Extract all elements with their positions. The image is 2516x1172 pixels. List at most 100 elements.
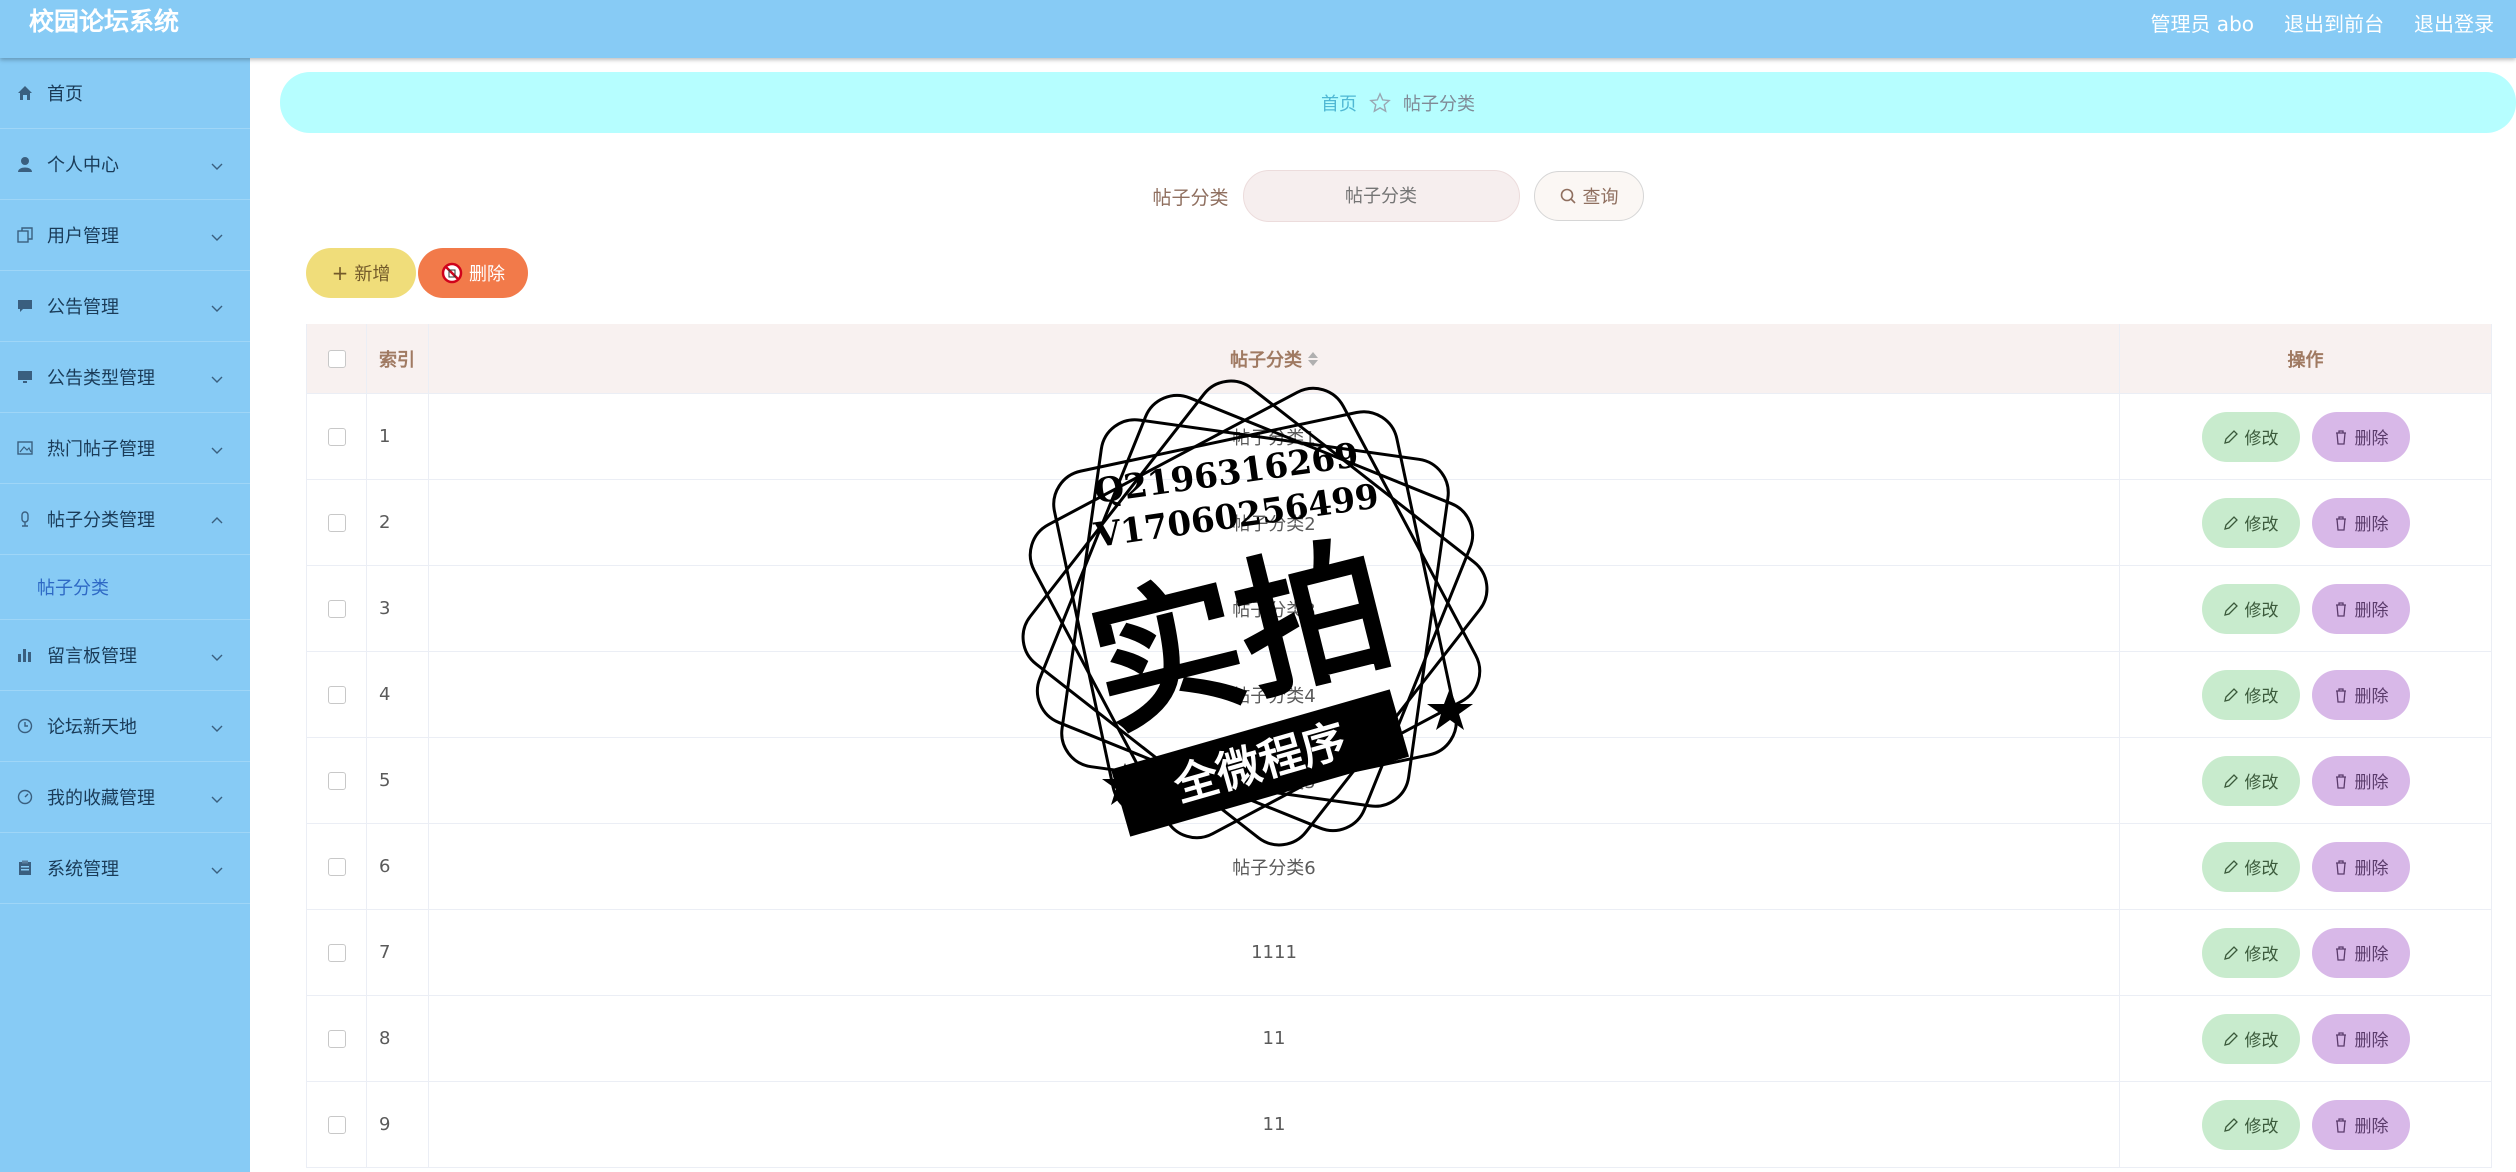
trash-icon xyxy=(2333,1117,2355,1133)
exit-to-front-link[interactable]: 退出到前台 xyxy=(2284,8,2384,37)
breadcrumb-current: 帖子分类 xyxy=(1403,93,1475,115)
edit-button-label: 修改 xyxy=(2244,601,2279,621)
row-checkbox[interactable] xyxy=(327,685,346,704)
sidebar-item-forum-new-world[interactable]: 论坛新天地 xyxy=(0,691,250,762)
delete-button[interactable]: 删除 xyxy=(2311,927,2410,978)
sidebar-item-label: 首页 xyxy=(47,84,83,105)
sidebar-item-announcement-management[interactable]: 公告管理 xyxy=(0,271,250,342)
sort-icon[interactable] xyxy=(1308,351,1318,366)
sidebar-item-message-board-management[interactable]: 留言板管理 xyxy=(0,620,250,691)
sidebar-item-label: 我的收藏管理 xyxy=(47,788,155,809)
table-row: 2 帖子分类2 修改 删除 xyxy=(307,480,2491,566)
sidebar-item-label: 热门帖子管理 xyxy=(47,439,155,460)
chevron-down-icon xyxy=(210,228,224,242)
search-button[interactable]: 查询 xyxy=(1533,171,1644,221)
row-checkbox[interactable] xyxy=(327,427,346,446)
sidebar-item-user-management[interactable]: 用户管理 xyxy=(0,200,250,271)
edit-icon xyxy=(2223,601,2245,617)
trash-icon xyxy=(2333,687,2355,703)
sidebar-item-announcement-type-management[interactable]: 公告类型管理 xyxy=(0,342,250,413)
edit-button[interactable]: 修改 xyxy=(2201,669,2300,720)
edit-button-label: 修改 xyxy=(2244,515,2279,535)
search-label: 帖子分类 xyxy=(1152,186,1229,209)
row-checkbox-cell xyxy=(307,996,367,1081)
delete-button-label: 删除 xyxy=(2354,515,2389,535)
row-index: 7 xyxy=(367,910,429,995)
delete-button-label: 删除 xyxy=(2354,1031,2389,1051)
sidebar-item-label: 论坛新天地 xyxy=(47,717,137,738)
edit-button-label: 修改 xyxy=(2244,859,2279,879)
header-category[interactable]: 帖子分类 xyxy=(429,324,2120,393)
clipboard-icon xyxy=(17,860,33,876)
row-index: 6 xyxy=(367,824,429,909)
row-index: 8 xyxy=(367,996,429,1081)
edit-button[interactable]: 修改 xyxy=(2201,1013,2300,1064)
sidebar-item-hot-posts-management[interactable]: 热门帖子管理 xyxy=(0,413,250,484)
delete-button[interactable]: 删除 xyxy=(2311,841,2410,892)
sidebar-item-label: 系统管理 xyxy=(47,859,119,880)
delete-button[interactable]: 删除 xyxy=(2311,669,2410,720)
dashboard-icon xyxy=(17,789,33,805)
delete-button[interactable]: 删除 xyxy=(2311,497,2410,548)
sidebar-item-personal-center[interactable]: 个人中心 xyxy=(0,129,250,200)
row-checkbox[interactable] xyxy=(327,1115,346,1134)
table-body: 1 帖子分类1 修改 删除 2 帖子分类2 修改 删除 3 帖子分类3 修改 删除 4 帖子分类4 修改 删除… xyxy=(307,394,2491,1168)
delete-button[interactable]: 删除 xyxy=(2311,1099,2410,1150)
monitor-icon xyxy=(17,369,33,385)
edit-button[interactable]: 修改 xyxy=(2201,1099,2300,1150)
edit-icon xyxy=(2223,945,2245,961)
row-checkbox[interactable] xyxy=(327,599,346,618)
row-checkbox[interactable] xyxy=(327,943,346,962)
row-actions: 修改 删除 xyxy=(2120,480,2491,565)
row-category-name: 帖子分类2 xyxy=(429,480,2120,565)
edit-button[interactable]: 修改 xyxy=(2201,755,2300,806)
select-all-checkbox[interactable] xyxy=(327,349,346,368)
edit-button[interactable]: 修改 xyxy=(2201,497,2300,548)
row-checkbox-cell xyxy=(307,910,367,995)
edit-icon xyxy=(2223,515,2245,531)
table-row: 8 11 修改 删除 xyxy=(307,996,2491,1082)
sidebar-subitem-post-category[interactable]: 帖子分类 xyxy=(0,555,250,620)
search-button-label: 查询 xyxy=(1582,187,1619,208)
row-checkbox-cell xyxy=(307,394,367,479)
delete-button[interactable]: 删除 xyxy=(2311,411,2410,462)
search-icon xyxy=(1560,188,1576,204)
user-icon xyxy=(17,156,33,172)
table-row: 6 帖子分类6 修改 删除 xyxy=(307,824,2491,910)
edit-button[interactable]: 修改 xyxy=(2201,583,2300,634)
chevron-down-icon xyxy=(210,299,224,313)
delete-button[interactable]: 删除 xyxy=(2311,755,2410,806)
row-checkbox[interactable] xyxy=(327,857,346,876)
category-table: 索引 帖子分类 操作 1 帖子分类1 修改 删除 2 帖子分类2 修改 删除 3 帖子分类3 修改删… xyxy=(306,324,2492,1168)
sidebar-item-post-category-management[interactable]: 帖子分类管理 xyxy=(0,484,250,555)
table-row: 3 帖子分类3 修改 删除 xyxy=(307,566,2491,652)
table-row: 5 帖子分类5 修改 删除 xyxy=(307,738,2491,824)
table-row: 9 11 修改 删除 xyxy=(307,1082,2491,1168)
sidebar-item-system-management[interactable]: 系统管理 xyxy=(0,833,250,904)
sidebar-item-my-favorites-management[interactable]: 我的收藏管理 xyxy=(0,762,250,833)
edit-button[interactable]: 修改 xyxy=(2201,411,2300,462)
search-input[interactable] xyxy=(1242,170,1520,222)
chevron-down-icon xyxy=(210,790,224,804)
edit-button[interactable]: 修改 xyxy=(2201,927,2300,978)
row-index: 4 xyxy=(367,652,429,737)
batch-delete-button[interactable]: 删除 xyxy=(418,248,528,298)
breadcrumb-home-link[interactable]: 首页 xyxy=(1321,90,1357,116)
add-button[interactable]: + 新增 xyxy=(306,248,416,298)
sidebar-item-home[interactable]: 首页 xyxy=(0,58,250,129)
edit-icon xyxy=(2223,1031,2245,1047)
sidebar-item-label: 公告管理 xyxy=(47,297,119,318)
delete-button[interactable]: 删除 xyxy=(2311,583,2410,634)
row-checkbox[interactable] xyxy=(327,771,346,790)
delete-button-label: 删除 xyxy=(2354,773,2389,793)
delete-button[interactable]: 删除 xyxy=(2311,1013,2410,1064)
delete-button-label: 删除 xyxy=(2354,687,2389,707)
table-row: 7 1111 修改 删除 xyxy=(307,910,2491,996)
row-checkbox[interactable] xyxy=(327,513,346,532)
edit-button[interactable]: 修改 xyxy=(2201,841,2300,892)
row-category-name: 帖子分类4 xyxy=(429,652,2120,737)
logout-link[interactable]: 退出登录 xyxy=(2414,8,2494,37)
row-checkbox-cell xyxy=(307,1082,367,1167)
sidebar-item-label: 公告类型管理 xyxy=(47,368,155,389)
row-checkbox[interactable] xyxy=(327,1029,346,1048)
